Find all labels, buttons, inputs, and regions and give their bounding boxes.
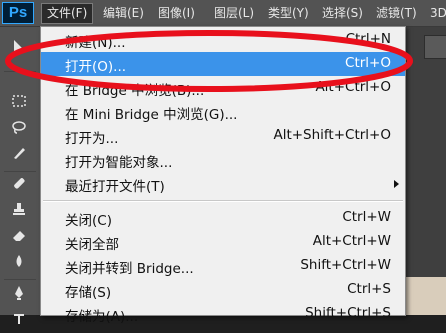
menu-item-close[interactable]: 关闭(C) Ctrl+W bbox=[41, 206, 405, 230]
tools-panel bbox=[0, 27, 41, 324]
menu-item-shortcut: Shift+Ctrl+W bbox=[300, 257, 391, 273]
menu-item-shortcut: Ctrl+O bbox=[345, 55, 391, 71]
menu-item-label: 在 Mini Bridge 中浏览(G)... bbox=[65, 107, 238, 123]
menu-item-label: 打开(O)... bbox=[65, 59, 127, 75]
menu-item-shortcut: Alt+Ctrl+W bbox=[312, 233, 391, 249]
menu-item-label: 存储为(A)... bbox=[65, 309, 139, 325]
menu-item-shortcut: Ctrl+S bbox=[347, 281, 391, 297]
menu-item-label: 关闭并转到 Bridge... bbox=[65, 261, 194, 277]
menu-filter[interactable]: 滤镜(T) bbox=[374, 4, 419, 22]
menu-edit[interactable]: 编辑(E) bbox=[101, 4, 146, 22]
type-tool-icon[interactable] bbox=[8, 311, 30, 333]
menu-item-close-to-bridge[interactable]: 关闭并转到 Bridge... Shift+Ctrl+W bbox=[41, 254, 405, 278]
menu-image[interactable]: 图像(I) bbox=[156, 4, 197, 22]
menu-item-label: 新建(N)... bbox=[65, 35, 126, 51]
menu-item-open-as[interactable]: 打开为... Alt+Shift+Ctrl+O bbox=[41, 124, 405, 148]
stamp-icon[interactable] bbox=[8, 201, 30, 223]
menu-layer[interactable]: 图层(L) bbox=[212, 4, 256, 22]
menu-item-open[interactable]: 打开(O)... Ctrl+O bbox=[41, 52, 405, 76]
blur-icon[interactable] bbox=[8, 253, 30, 275]
menu-file[interactable]: 文件(F) bbox=[41, 3, 94, 24]
menu-item-shortcut: Alt+Ctrl+O bbox=[315, 79, 391, 95]
menu-item-label: 打开为... bbox=[65, 131, 119, 147]
menu-item-shortcut: Ctrl+N bbox=[345, 31, 391, 47]
marquee-icon[interactable] bbox=[8, 93, 30, 115]
panel-toggle-icon[interactable] bbox=[424, 35, 446, 59]
menu-item-label: 关闭(C) bbox=[65, 213, 112, 229]
menu-item-label: 打开为智能对象... bbox=[65, 155, 173, 171]
submenu-arrow-icon bbox=[394, 180, 399, 188]
lasso-icon[interactable] bbox=[8, 119, 30, 141]
menu-item-shortcut: Alt+Shift+Ctrl+O bbox=[273, 127, 391, 143]
healing-icon[interactable] bbox=[8, 175, 30, 197]
menu-item-shortcut: Ctrl+W bbox=[342, 209, 391, 225]
pen-icon[interactable] bbox=[8, 285, 30, 307]
menu-bar: Ps 文件(F) 编辑(E) 图像(I) 图层(L) 类型(Y) 选择(S) 滤… bbox=[0, 0, 446, 27]
menu-item-close-all[interactable]: 关闭全部 Alt+Ctrl+W bbox=[41, 230, 405, 254]
menu-item-label: 在 Bridge 中浏览(B)... bbox=[65, 83, 205, 99]
document-canvas bbox=[406, 277, 446, 315]
file-menu-dropdown: 新建(N)... Ctrl+N 打开(O)... Ctrl+O 在 Bridge… bbox=[40, 26, 406, 325]
menu-item-browse-bridge[interactable]: 在 Bridge 中浏览(B)... Alt+Ctrl+O bbox=[41, 76, 405, 100]
right-panel-strip bbox=[406, 27, 446, 315]
menu-item-shortcut: Shift+Ctrl+S bbox=[305, 305, 391, 321]
menu-item-save[interactable]: 存储(S) Ctrl+S bbox=[41, 278, 405, 302]
menu-select[interactable]: 选择(S) bbox=[320, 4, 365, 22]
menu-item-save-as[interactable]: 存储为(A)... Shift+Ctrl+S bbox=[41, 302, 405, 326]
menu-item-browse-mini-bridge[interactable]: 在 Mini Bridge 中浏览(G)... bbox=[41, 100, 405, 124]
menu-item-label: 关闭全部 bbox=[65, 237, 119, 253]
photoshop-logo: Ps bbox=[2, 2, 34, 24]
move-icon[interactable] bbox=[8, 39, 30, 61]
menu-type[interactable]: 类型(Y) bbox=[266, 4, 311, 22]
eraser-icon[interactable] bbox=[8, 227, 30, 249]
menu-item-label: 最近打开文件(T) bbox=[65, 179, 165, 195]
menu-item-open-as-smart-object[interactable]: 打开为智能对象... bbox=[41, 148, 405, 172]
menu-item-recent-files[interactable]: 最近打开文件(T) bbox=[41, 172, 405, 196]
menu-item-new[interactable]: 新建(N)... Ctrl+N bbox=[41, 28, 405, 52]
brush-icon[interactable] bbox=[8, 145, 30, 167]
menu-3d[interactable]: 3D bbox=[428, 4, 446, 22]
menu-item-label: 存储(S) bbox=[65, 285, 112, 301]
menu-separator bbox=[43, 200, 403, 202]
